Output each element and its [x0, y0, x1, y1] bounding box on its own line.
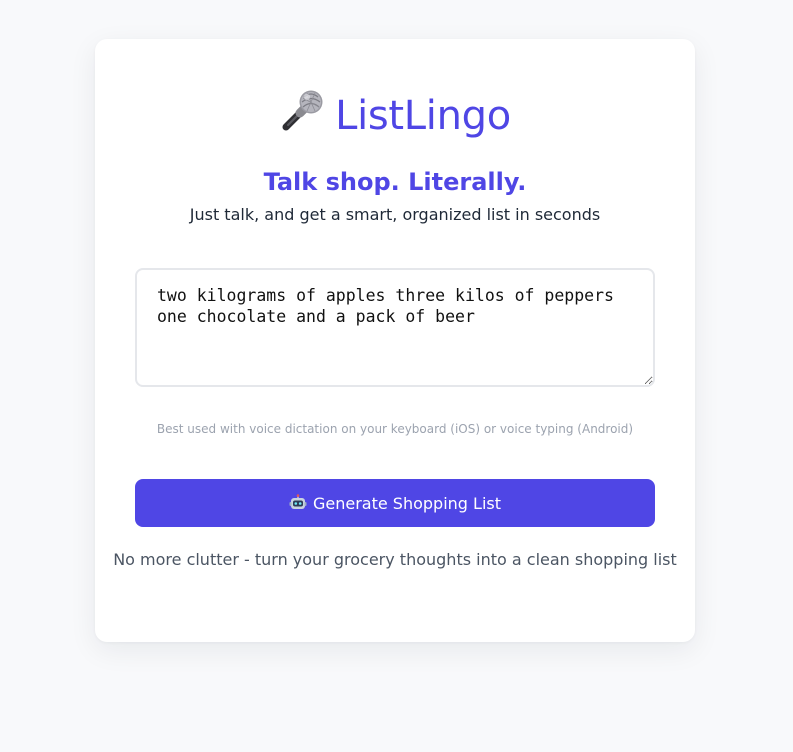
generate-button-label: Generate Shopping List	[312, 493, 501, 513]
app-header: ListLingo	[95, 87, 695, 139]
main-card: ListLingo Talk shop. Literally. Just tal…	[95, 39, 695, 642]
subtitle: Just talk, and get a smart, organized li…	[189, 205, 601, 224]
microphone-icon	[279, 87, 327, 133]
robot-icon	[289, 494, 307, 512]
tagline: Talk shop. Literally.	[263, 168, 527, 196]
shopping-input[interactable]: two kilograms of apples three kilos of p…	[135, 268, 655, 387]
footer-note: No more clutter - turn your grocery thou…	[113, 550, 677, 569]
app-title: ListLingo	[335, 93, 511, 139]
dictation-hint: Best used with voice dictation on your k…	[156, 422, 634, 436]
generate-shopping-list-button[interactable]: Generate Shopping List	[135, 479, 655, 527]
